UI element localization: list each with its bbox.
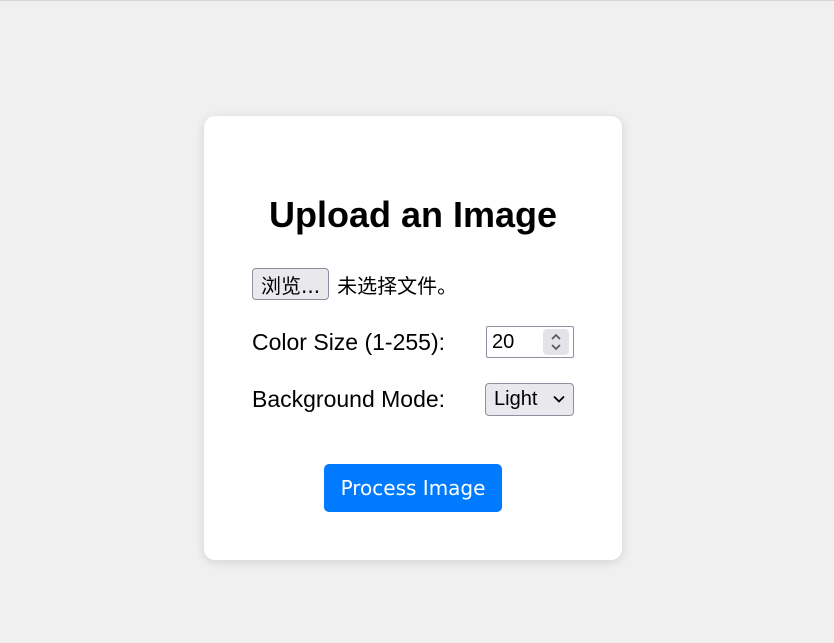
color-size-row: Color Size (1-255): 20 (252, 325, 574, 359)
spinner-arrows-svg (551, 333, 561, 351)
upload-card: Upload an Image 浏览... 未选择文件。 Color Size … (204, 116, 622, 560)
page-title: Upload an Image (268, 194, 558, 235)
background-mode-row: Background Mode: Light (252, 382, 574, 416)
color-size-value: 20 (492, 330, 515, 353)
file-status: 未选择文件。 (337, 273, 458, 298)
spinner-arrows-icon[interactable] (543, 329, 569, 355)
background-mode-value: Light (494, 387, 538, 410)
browse-button[interactable]: 浏览... (252, 268, 330, 300)
chevron-down-icon (553, 395, 565, 403)
top-divider (0, 0, 834, 1)
color-size-input[interactable]: 20 (486, 326, 574, 358)
color-size-label: Color Size (1-255): (252, 328, 446, 355)
background-mode-label: Background Mode: (252, 385, 446, 412)
process-image-button[interactable]: Process Image (324, 464, 502, 512)
file-picker: 浏览... 未选择文件。 (252, 267, 457, 301)
background-mode-select[interactable]: Light (485, 382, 574, 416)
